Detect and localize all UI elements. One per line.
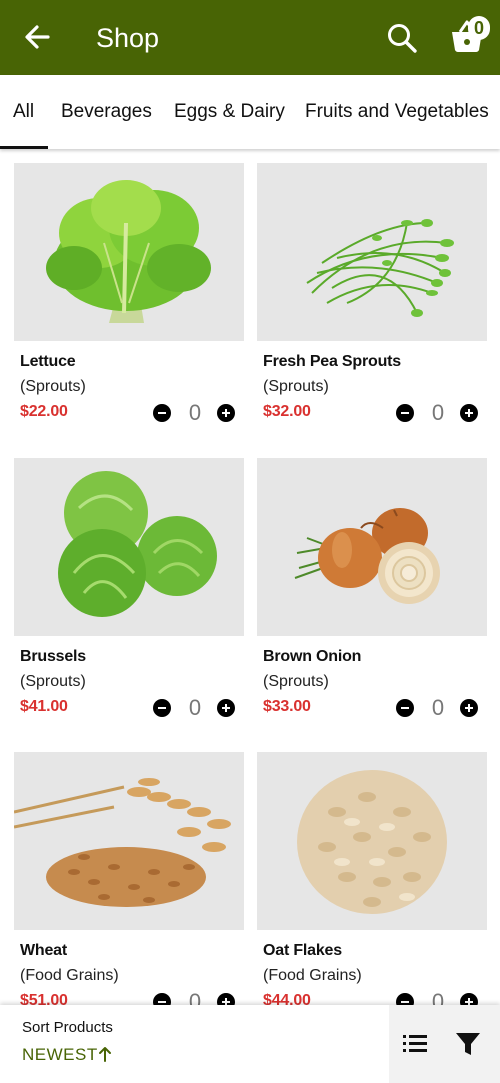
product-name: Lettuce	[20, 353, 76, 370]
tab-eggs-dairy[interactable]: Eggs & Dairy	[174, 101, 285, 123]
page-title: Shop	[96, 23, 160, 53]
product-category: (Food Grains)	[20, 967, 119, 984]
product-image-pea-sprouts	[257, 163, 487, 341]
sort-filter-bar: Sort Products NEWEST	[0, 1005, 500, 1083]
arrow-up-icon[interactable]	[98, 1046, 112, 1062]
increase-quantity-button[interactable]	[460, 993, 478, 1005]
product-card[interactable]: Brussels (Sprouts) $41.00 0	[14, 458, 244, 738]
product-price: $44.00	[263, 992, 311, 1005]
product-image-oat-flakes	[257, 752, 487, 930]
product-price: $41.00	[20, 698, 68, 715]
quantity-value: 0	[431, 400, 445, 425]
decrease-quantity-button[interactable]	[396, 404, 414, 422]
product-card[interactable]: Brown Onion (Sprouts) $33.00 0	[257, 458, 487, 738]
product-name: Oat Flakes	[263, 942, 342, 959]
category-tabs: All Beverages Eggs & Dairy Fruits and Ve…	[0, 75, 500, 149]
search-icon[interactable]	[386, 22, 418, 54]
sort-label: Sort Products	[22, 1019, 113, 1036]
quantity-value: 0	[431, 695, 445, 720]
quantity-value: 0	[431, 989, 445, 1005]
decrease-quantity-button[interactable]	[153, 404, 171, 422]
increase-quantity-button[interactable]	[460, 699, 478, 717]
product-category: (Sprouts)	[263, 673, 329, 690]
decrease-quantity-button[interactable]	[396, 699, 414, 717]
decrease-quantity-button[interactable]	[153, 699, 171, 717]
product-grid: Lettuce (Sprouts) $22.00 0 Fresh Pea Spr…	[0, 150, 500, 1005]
tab-beverages[interactable]: Beverages	[61, 101, 152, 123]
product-name: Brussels	[20, 648, 86, 665]
product-name: Brown Onion	[263, 648, 362, 665]
decrease-quantity-button[interactable]	[396, 993, 414, 1005]
product-image-brussels	[14, 458, 244, 636]
product-image-onion	[257, 458, 487, 636]
product-image-lettuce	[14, 163, 244, 341]
quantity-value: 0	[188, 400, 202, 425]
product-image-wheat	[14, 752, 244, 930]
product-name: Fresh Pea Sprouts	[263, 353, 401, 370]
product-price: $33.00	[263, 698, 311, 715]
filter-icon[interactable]	[455, 1031, 481, 1057]
decrease-quantity-button[interactable]	[153, 993, 171, 1005]
increase-quantity-button[interactable]	[460, 404, 478, 422]
tab-all[interactable]: All	[13, 101, 34, 123]
quantity-value: 0	[188, 989, 202, 1005]
app-bar: Shop 0	[0, 0, 500, 75]
arrow-back-icon[interactable]	[22, 22, 52, 52]
increase-quantity-button[interactable]	[217, 404, 235, 422]
product-card[interactable]: Oat Flakes (Food Grains) $44.00 0	[257, 752, 487, 1005]
product-price: $32.00	[263, 403, 311, 420]
quantity-value: 0	[188, 695, 202, 720]
product-category: (Food Grains)	[263, 967, 362, 984]
active-tab-indicator	[0, 146, 48, 149]
list-view-icon[interactable]	[403, 1033, 427, 1053]
sort-selector[interactable]: NEWEST	[22, 1045, 98, 1065]
product-card[interactable]: Wheat (Food Grains) $51.00 0	[14, 752, 244, 1005]
increase-quantity-button[interactable]	[217, 699, 235, 717]
product-card[interactable]: Lettuce (Sprouts) $22.00 0	[14, 163, 244, 443]
product-category: (Sprouts)	[20, 378, 86, 395]
product-category: (Sprouts)	[20, 673, 86, 690]
product-price: $22.00	[20, 403, 68, 420]
product-name: Wheat	[20, 942, 68, 959]
product-price: $51.00	[20, 992, 68, 1005]
increase-quantity-button[interactable]	[217, 993, 235, 1005]
cart-count-badge: 0	[468, 16, 490, 40]
product-card[interactable]: Fresh Pea Sprouts (Sprouts) $32.00 0	[257, 163, 487, 443]
tab-fruits-vegetables[interactable]: Fruits and Vegetables	[305, 101, 489, 123]
product-category: (Sprouts)	[263, 378, 329, 395]
